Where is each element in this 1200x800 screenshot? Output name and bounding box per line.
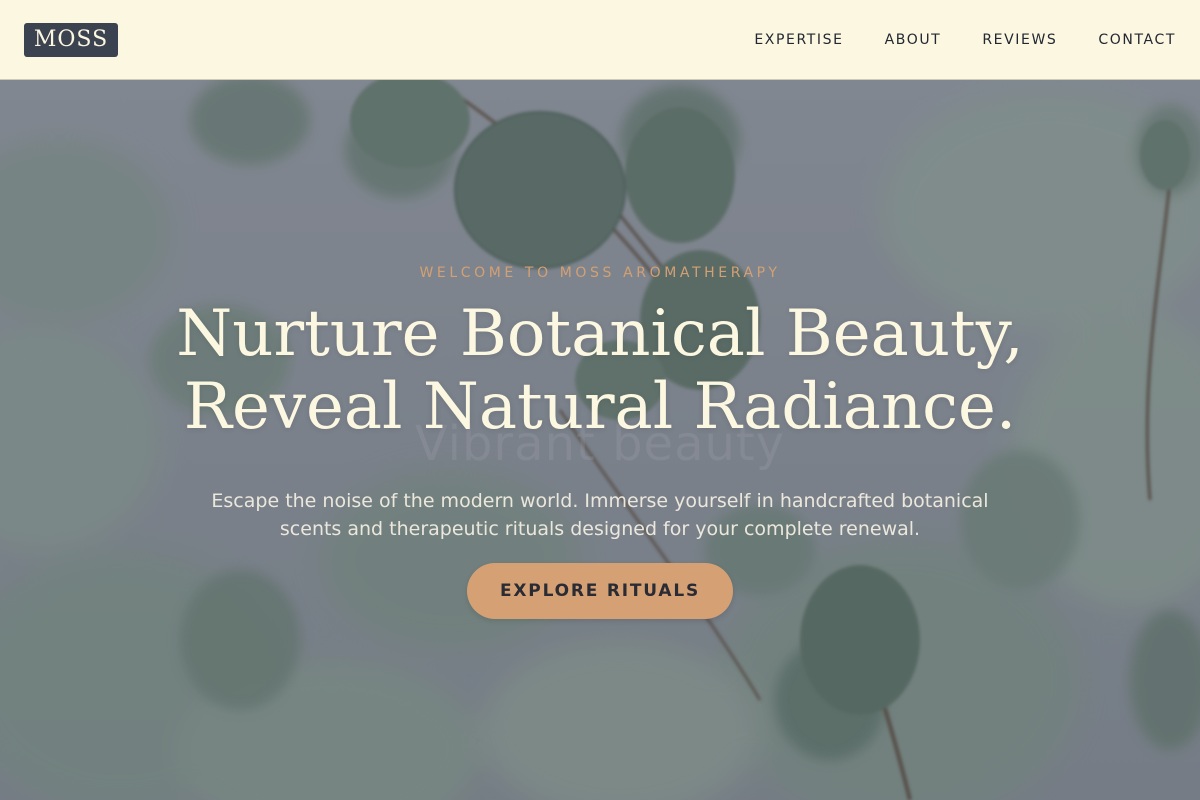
main-nav: EXPERTISE ABOUT REVIEWS CONTACT [713,0,1176,80]
nav-link-about[interactable]: ABOUT [885,32,942,48]
nav-link-reviews[interactable]: REVIEWS [982,32,1057,48]
brand-logo[interactable]: MOSS [24,23,118,57]
hero-section: WELCOME TO MOSS AROMATHERAPY Vibrant bea… [0,80,1200,800]
hero-headline-line-1: Nurture Botanical Beauty, [176,297,1024,371]
nav-link-contact[interactable]: CONTACT [1098,32,1176,48]
hero-content: WELCOME TO MOSS AROMATHERAPY Vibrant bea… [0,80,1200,800]
explore-rituals-button[interactable]: EXPLORE RITUALS [467,563,733,619]
top-navigation-bar: MOSS EXPERTISE ABOUT REVIEWS CONTACT [0,0,1200,80]
hero-subtext: Escape the noise of the modern world. Im… [211,490,989,540]
hero-headline: Nurture Botanical Beauty, Reveal Natural… [0,298,1200,444]
hero-eyebrow: WELCOME TO MOSS AROMATHERAPY [419,265,781,281]
hero-headline-line-2: Reveal Natural Radiance. [183,370,1017,444]
nav-link-expertise[interactable]: EXPERTISE [754,32,843,48]
